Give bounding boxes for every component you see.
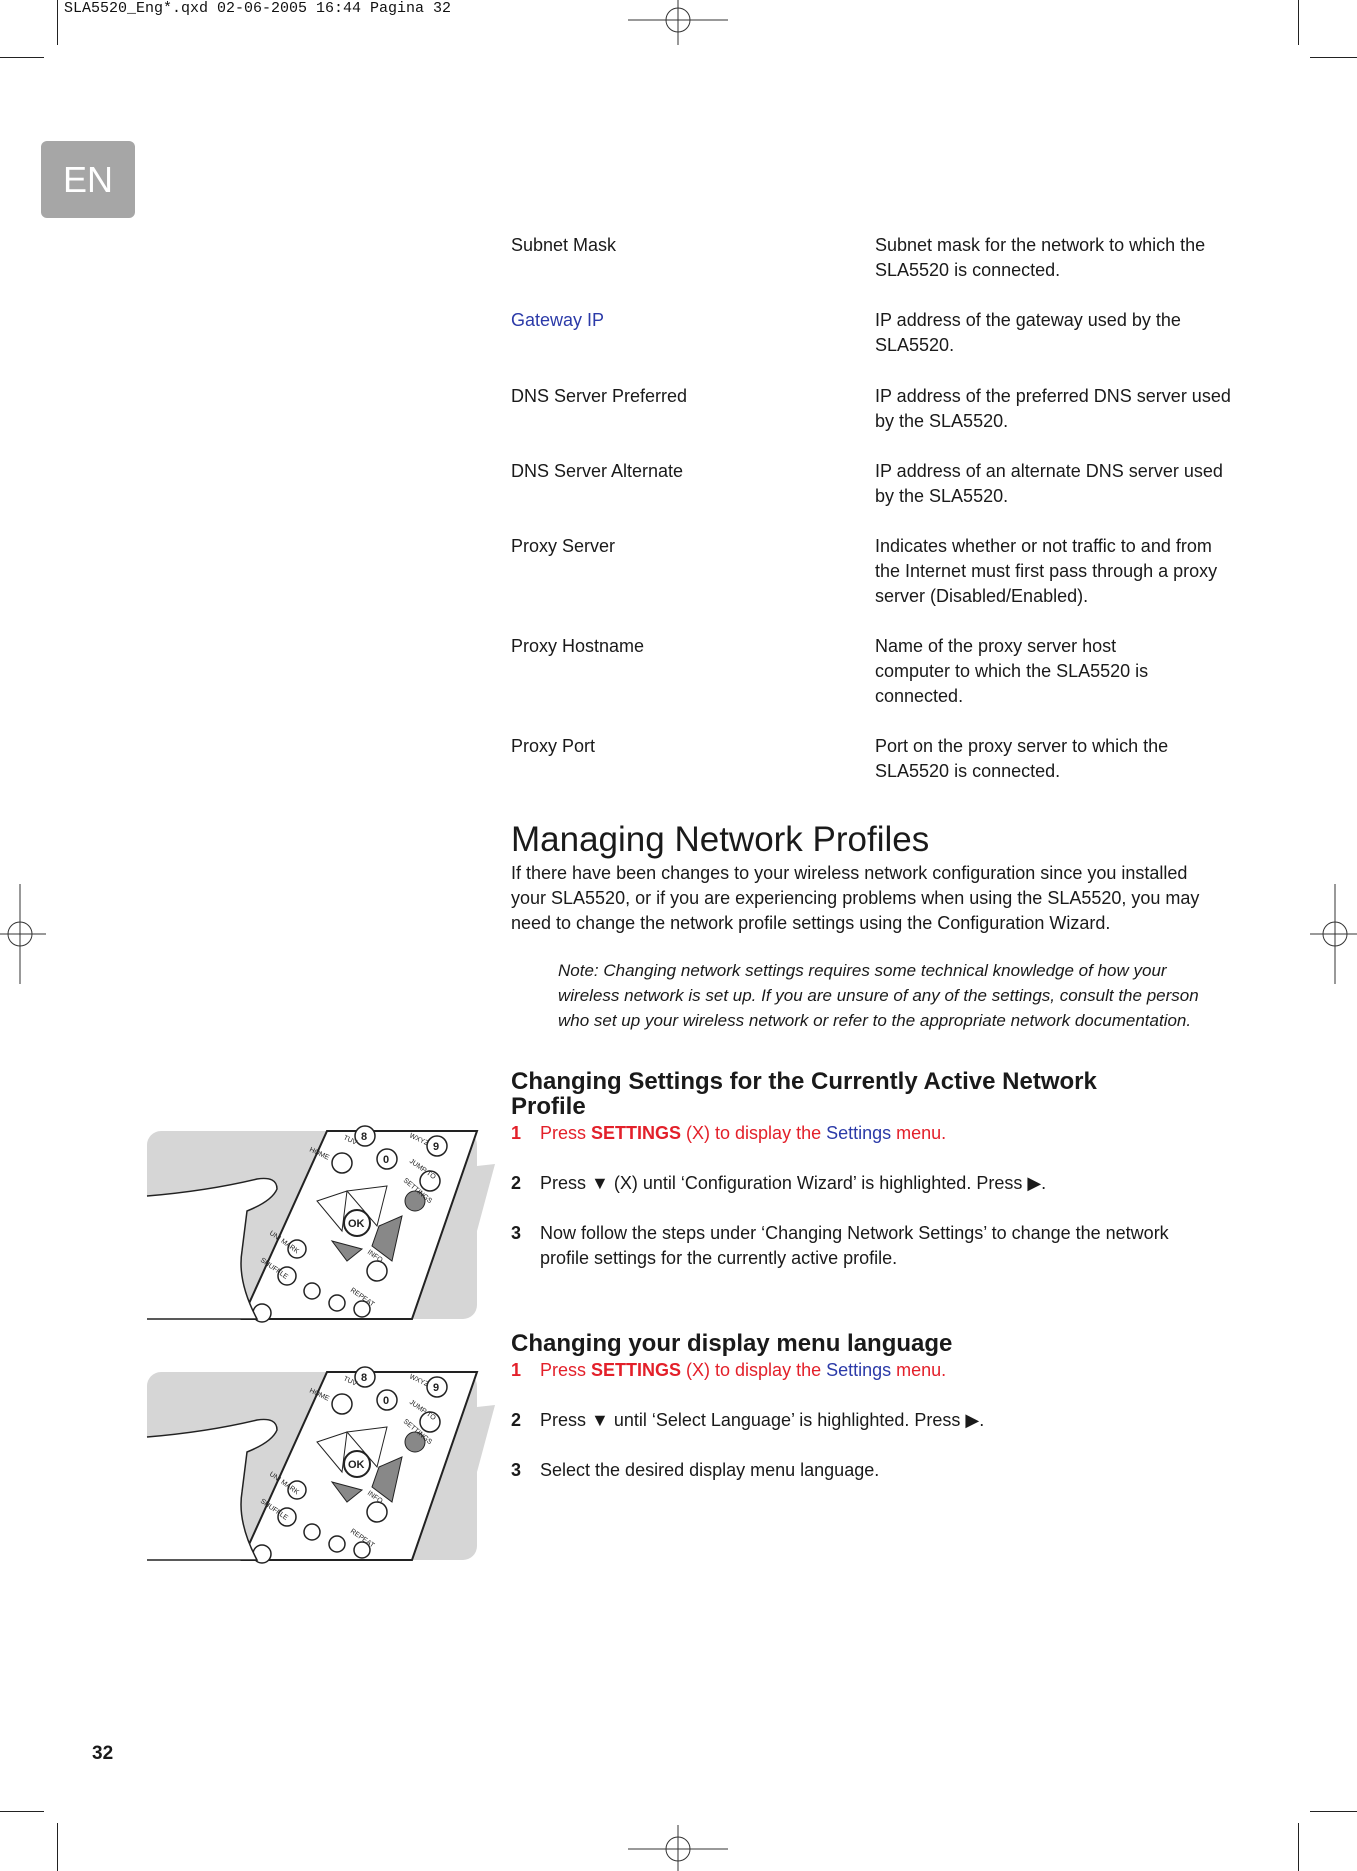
step-number: 2 (511, 1173, 522, 1193)
remote-label-9: 9 (433, 1382, 439, 1394)
remote-label-ok: OK (348, 1459, 365, 1471)
language-tab: EN (41, 141, 135, 218)
step-text: Press ▼ (X) until ‘Configuration Wizard’… (540, 1173, 1047, 1193)
step-text: Press (540, 1123, 592, 1143)
settings-key: SETTINGS (591, 1360, 682, 1380)
step: 2 Press ▼ until ‘Select Language’ is high… (511, 1408, 1211, 1433)
step-text: Press (540, 1360, 592, 1380)
settings-link[interactable]: Settings (826, 1123, 891, 1143)
step-text: (X) to display the (681, 1360, 827, 1380)
step-text: (X) to display the (681, 1123, 827, 1143)
step-number: 1 (511, 1360, 522, 1380)
step: 2 Press ▼ (X) until ‘Configuration Wizard… (511, 1171, 1211, 1196)
settings-link[interactable]: Settings (826, 1360, 891, 1380)
remote-control-illustration: OK TUV 8 WXYZ 9 HOME 0 JUMP TO SETTINGS … (146, 1366, 495, 1564)
step-text: menu. (891, 1360, 947, 1380)
description: IP address of the gateway used by the SL… (875, 310, 1181, 355)
term-link[interactable]: Gateway IP (511, 308, 604, 333)
description: Port on the proxy server to which the SL… (875, 736, 1169, 781)
step-number: 1 (511, 1123, 522, 1143)
step-number: 2 (511, 1410, 522, 1430)
remote-label-0: 0 (383, 1395, 389, 1407)
remote-control-illustration: OK TUV 8 WXYZ 9 HOME 0 JUMP TO SETTINGS … (146, 1125, 495, 1323)
term: DNS Server Preferred (511, 386, 688, 406)
term: Proxy Hostname (511, 636, 645, 656)
remote-label-8: 8 (361, 1131, 367, 1143)
step: 3 Now follow the steps under ‘Changing Ne… (511, 1221, 1211, 1271)
subsection-title: Changing your display menu language (511, 1330, 953, 1357)
step-text: Select the desired display menu language… (540, 1460, 880, 1480)
step-number: 3 (511, 1223, 522, 1243)
remote-label-8: 8 (361, 1372, 367, 1384)
subsection-title: Changing Settings for the Currently Acti… (511, 1068, 1097, 1120)
page-number: 32 (92, 1743, 114, 1764)
step-text: Now follow the steps under ‘Changing Net… (540, 1223, 1169, 1268)
term: Subnet Mask (511, 235, 617, 255)
step-text: menu. (891, 1123, 947, 1143)
term: Proxy Server (511, 536, 616, 556)
remote-label-9: 9 (433, 1141, 439, 1153)
note: Note: Changing network settings requires… (558, 961, 1199, 1030)
term: Proxy Port (511, 736, 596, 756)
description: Indicates whether or not traffic to and … (875, 536, 1218, 606)
remote-label-0: 0 (383, 1154, 389, 1166)
step-text: Press ▼ until ‘Select Language’ is highl… (540, 1410, 985, 1430)
term: DNS Server Alternate (511, 461, 684, 481)
step-number: 3 (511, 1460, 522, 1480)
description: IP address of the preferred DNS server u… (875, 386, 1231, 431)
intro-paragraph: If there have been changes to your wirel… (511, 863, 1200, 933)
description: Name of the proxy server host computer t… (875, 636, 1149, 706)
section-title: Managing Network Profiles (511, 820, 930, 859)
step: 1 Press SETTINGS (X) to display the Setti… (511, 1358, 1211, 1383)
settings-key: SETTINGS (591, 1123, 682, 1143)
step: 3 Select the desired display menu languag… (511, 1458, 1211, 1483)
step: 1 Press SETTINGS (X) to display the Setti… (511, 1121, 1211, 1146)
description: IP address of an alternate DNS server us… (875, 461, 1223, 506)
description: Subnet mask for the network to which the… (875, 235, 1206, 280)
remote-label-ok: OK (348, 1218, 365, 1230)
